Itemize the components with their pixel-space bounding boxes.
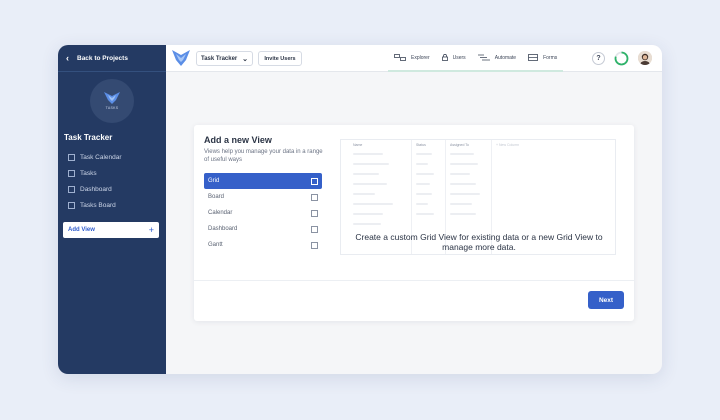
main-area: Task Tracker ⌄ Invite Users Explorer Use…	[166, 45, 662, 374]
preview-placeholder	[353, 153, 383, 155]
sidebar-item-dashboard[interactable]: Dashboard	[68, 181, 122, 197]
dialog-title: Add a new View	[204, 135, 272, 145]
top-bar: Task Tracker ⌄ Invite Users Explorer Use…	[166, 45, 662, 72]
sidebar-item-label: Tasks Board	[80, 201, 116, 209]
tab-explorer[interactable]: Explorer	[388, 45, 436, 72]
forms-icon	[528, 54, 538, 61]
dialog-divider	[194, 280, 634, 281]
fox-logo-icon	[104, 92, 120, 104]
preview-placeholder	[416, 183, 430, 185]
tab-label: Users	[452, 54, 466, 61]
preview-placeholder	[416, 163, 428, 165]
preview-placeholder	[353, 163, 389, 165]
project-title: Task Tracker	[64, 133, 113, 142]
progress-ring-icon[interactable]	[614, 51, 629, 66]
logo-text: TASKS	[105, 106, 119, 110]
next-button[interactable]: Next	[588, 291, 624, 309]
preview-placeholder	[416, 173, 434, 175]
preview-placeholder	[416, 193, 432, 195]
app-logo-icon[interactable]	[172, 50, 190, 66]
project-selector[interactable]: Task Tracker ⌄	[196, 51, 253, 66]
preview-placeholder	[450, 153, 474, 155]
preview-placeholder	[450, 183, 476, 185]
project-selector-value: Task Tracker	[201, 55, 238, 62]
preview-placeholder	[353, 183, 387, 185]
preview-placeholder	[353, 173, 379, 175]
view-type-label: Board	[208, 194, 225, 200]
view-type-grid[interactable]: Grid	[204, 173, 322, 189]
sidebar-item-tasks[interactable]: Tasks	[68, 165, 122, 181]
sidebar-item-task-calendar[interactable]: Task Calendar	[68, 149, 122, 165]
grid-icon	[311, 177, 318, 185]
sidebar-item-label: Task Calendar	[80, 153, 122, 161]
preview-placeholder	[450, 213, 476, 215]
tab-label: Automate	[494, 54, 517, 61]
view-type-board[interactable]: Board	[204, 189, 322, 205]
board-icon	[68, 201, 75, 209]
preview-placeholder	[353, 203, 393, 205]
tab-label: Explorer	[411, 54, 430, 61]
dashboard-icon	[311, 225, 318, 233]
add-view-button[interactable]: Add View +	[63, 222, 159, 238]
help-button[interactable]: ?	[592, 52, 605, 65]
dashboard-icon	[68, 185, 75, 193]
preview-header-status: Status	[416, 143, 426, 147]
grid-preview: Name Status Assigned To + New Column Cre…	[340, 139, 616, 255]
dialog-description: Views help you manage your data in a ran…	[204, 149, 323, 163]
back-label: Back to Projects	[77, 54, 128, 62]
tab-label: Forms	[543, 54, 558, 61]
view-type-label: Calendar	[208, 210, 233, 216]
view-type-calendar[interactable]: Calendar	[204, 205, 322, 221]
chevron-down-icon: ⌄	[242, 55, 248, 63]
sidebar-item-tasks-board[interactable]: Tasks Board	[68, 197, 122, 213]
back-to-projects-link[interactable]: ‹ Back to Projects	[58, 45, 166, 72]
view-type-dashboard[interactable]: Dashboard	[204, 221, 322, 237]
preview-message: Create a custom Grid View for existing d…	[355, 232, 603, 252]
preview-placeholder	[450, 163, 478, 165]
preview-placeholder	[450, 173, 470, 175]
tab-forms[interactable]: Forms	[522, 45, 564, 72]
preview-placeholder	[353, 223, 381, 225]
preview-placeholder	[416, 203, 428, 205]
tab-users[interactable]: Users	[435, 45, 472, 72]
board-icon	[311, 193, 318, 201]
preview-placeholder	[416, 213, 434, 215]
invite-users-button[interactable]: Invite Users	[258, 51, 302, 66]
app-window: ‹ Back to Projects TASKS Task Tracker Ta…	[58, 45, 662, 374]
tab-automate[interactable]: Automate	[471, 45, 523, 72]
preview-placeholder	[353, 193, 375, 195]
sidebar-item-label: Dashboard	[80, 185, 112, 193]
sidebar-item-label: Tasks	[80, 169, 97, 177]
add-view-dialog: Add a new View Views help you manage you…	[194, 125, 634, 321]
calendar-icon	[68, 153, 75, 161]
plus-icon: +	[148, 225, 154, 235]
view-type-label: Gantt	[208, 242, 223, 248]
sidebar: ‹ Back to Projects TASKS Task Tracker Ta…	[58, 45, 166, 374]
view-type-gantt[interactable]: Gantt	[204, 237, 322, 253]
calendar-icon	[311, 209, 318, 217]
sidebar-nav: Task Calendar Tasks Dashboard Tasks Boar…	[68, 149, 122, 213]
view-type-label: Dashboard	[208, 226, 238, 232]
preview-placeholder	[353, 213, 383, 215]
view-type-label: Grid	[208, 178, 220, 184]
lock-icon	[441, 54, 448, 61]
list-icon	[68, 169, 75, 177]
preview-placeholder	[450, 203, 472, 205]
preview-header-new-column: + New Column	[496, 143, 520, 147]
view-type-list: Grid Board Calendar Dashboard Gantt	[204, 173, 322, 253]
preview-header-assigned: Assigned To	[450, 143, 470, 147]
gantt-icon	[311, 241, 318, 249]
chevron-left-icon: ‹	[66, 53, 69, 63]
project-logo: TASKS	[90, 79, 134, 123]
user-avatar[interactable]	[638, 51, 652, 65]
avatar-icon	[638, 51, 652, 65]
preview-placeholder	[416, 153, 432, 155]
preview-placeholder	[450, 193, 480, 195]
add-view-label: Add View	[68, 227, 95, 233]
preview-header-name: Name	[353, 143, 363, 147]
top-tabs: Explorer Users Automate Forms	[388, 45, 564, 72]
automate-icon	[477, 54, 490, 61]
explorer-icon	[394, 54, 406, 61]
